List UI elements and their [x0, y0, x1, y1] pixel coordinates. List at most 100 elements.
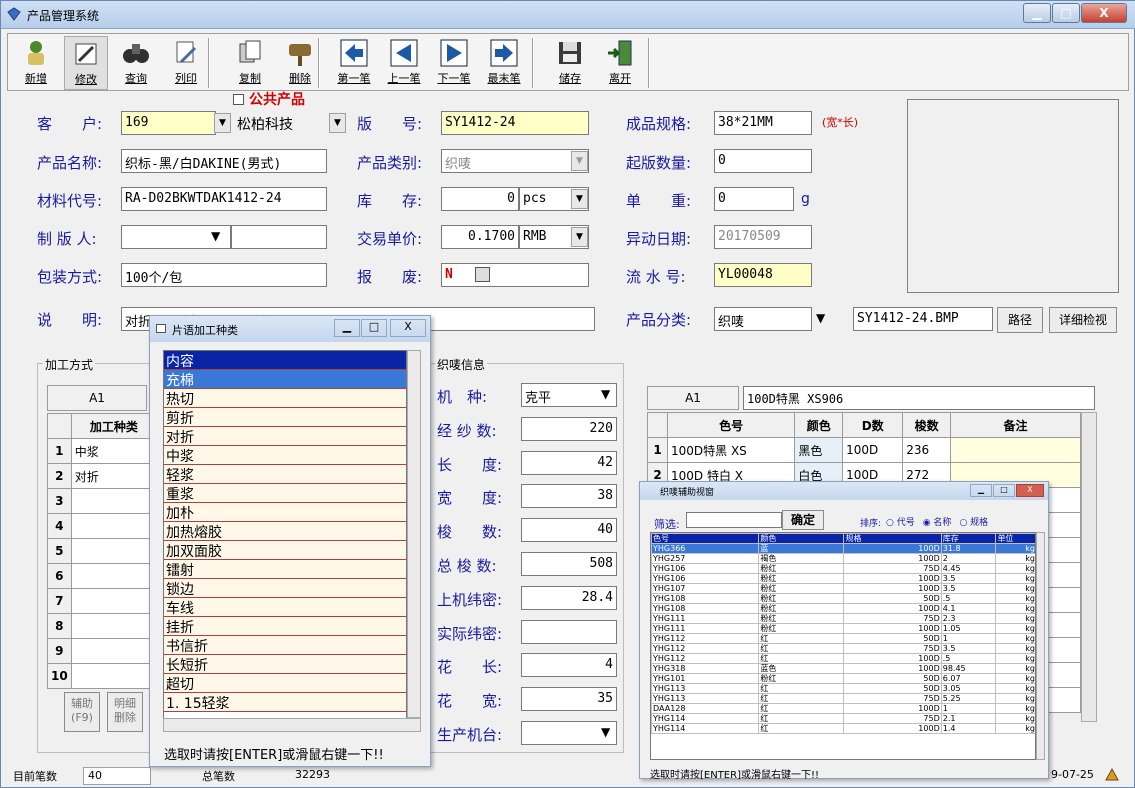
- delete-button[interactable]: 删除: [278, 36, 322, 90]
- image-file-field[interactable]: SY1412-24.BMP: [853, 307, 993, 331]
- table-row[interactable]: 1 中浆: [47, 438, 158, 464]
- table-row[interactable]: 8: [47, 613, 158, 639]
- assist-color-cell[interactable]: 红: [758, 703, 845, 714]
- weave-field-input[interactable]: 4: [521, 653, 617, 678]
- process-name-cell[interactable]: [70, 613, 158, 639]
- table-row[interactable]: YHG108 粉红 100D 4.1 kg: [651, 603, 1035, 614]
- assist-color-cell[interactable]: 蓝: [758, 543, 845, 554]
- category-field[interactable]: 织唛: [714, 307, 812, 331]
- maker-dropdown-button[interactable]: ▼: [211, 229, 229, 243]
- assist-color-cell[interactable]: 褐色: [758, 553, 845, 564]
- assist-stock-cell[interactable]: 1: [940, 703, 997, 714]
- table-row[interactable]: 1 100D特黑 XS 黑色 100D 236: [647, 437, 1081, 463]
- assist-spec-cell[interactable]: 75D: [843, 613, 942, 624]
- table-row[interactable]: 9: [47, 638, 158, 664]
- table-row[interactable]: YHG114 红 75D 2.1 kg: [651, 713, 1035, 724]
- assist-spec-cell[interactable]: 50D: [843, 633, 942, 644]
- assist-spec-cell[interactable]: 100D: [843, 543, 942, 554]
- sort-option[interactable]: ○ 代号: [886, 518, 915, 528]
- phrase-list-item[interactable]: 内容: [164, 351, 406, 370]
- assist-code-cell[interactable]: YHG113: [651, 683, 760, 694]
- assist-grid[interactable]: 色号 颜色 规格 库存 单位 YHG366 蓝 100D 31.8 kg YHG257 褐色 100D 2…: [651, 533, 1035, 734]
- edit-button[interactable]: 修改: [64, 36, 108, 90]
- assist-color-cell[interactable]: 红: [758, 723, 845, 734]
- assist-stock-cell[interactable]: 1.4: [940, 723, 997, 734]
- table-row[interactable]: YHG111 粉红 75D 2.3 kg: [651, 613, 1035, 624]
- product-type-field[interactable]: 织唛: [441, 149, 589, 173]
- copy-button[interactable]: 复制: [228, 36, 272, 90]
- table-row[interactable]: YHG107 粉红 100D 3.5 kg: [651, 583, 1035, 594]
- process-name-cell[interactable]: 对折: [70, 463, 158, 489]
- maximize-button[interactable]: □: [1052, 3, 1080, 23]
- table-row[interactable]: YHG112 红 75D 3.5 kg: [651, 643, 1035, 654]
- table-row[interactable]: YHG318 蓝色 100D 98.45 kg: [651, 663, 1035, 674]
- table-row[interactable]: YHG106 粉红 75D 4.45 kg: [651, 563, 1035, 574]
- scrap-calendar-icon[interactable]: [475, 267, 490, 282]
- assist-popup-close-button[interactable]: X: [1016, 484, 1044, 497]
- assist-color-cell[interactable]: 蓝色: [758, 663, 845, 674]
- assist-color-cell[interactable]: 粉红: [758, 603, 845, 614]
- assist-code-cell[interactable]: YHG114: [651, 723, 760, 734]
- process-name-cell[interactable]: [70, 563, 158, 589]
- phrase-list-item[interactable]: 超切: [164, 674, 406, 693]
- weave-field-dropdown-button[interactable]: ▼: [601, 725, 610, 739]
- yarn-grid-scrollbar[interactable]: [1081, 412, 1097, 722]
- phrase-list-item[interactable]: 对折: [164, 427, 406, 446]
- table-row[interactable]: 10: [47, 663, 158, 689]
- table-row[interactable]: YHG111 粉红 100D 1.05 kg: [651, 623, 1035, 634]
- process-name-cell[interactable]: [70, 513, 158, 539]
- assist-popup-min-button[interactable]: ▁: [970, 484, 992, 497]
- new-button[interactable]: 新增: [14, 36, 58, 90]
- print-button[interactable]: 列印: [164, 36, 208, 90]
- assist-spec-cell[interactable]: 75D: [843, 643, 942, 654]
- phrase-list-hscroll[interactable]: [163, 718, 421, 732]
- yarn-shuttle-cell[interactable]: 236: [902, 437, 951, 463]
- weave-field-input[interactable]: 40: [521, 518, 617, 543]
- assist-code-cell[interactable]: YHG114: [651, 713, 760, 724]
- product-name-field[interactable]: 织标-黑/白DAKINE(男式): [121, 149, 327, 173]
- assist-popup-max-button[interactable]: □: [993, 484, 1015, 497]
- process-name-cell[interactable]: [70, 638, 158, 664]
- process-name-cell[interactable]: [70, 538, 158, 564]
- assist-unit-cell[interactable]: kg: [995, 703, 1035, 714]
- table-row[interactable]: 5: [47, 538, 158, 564]
- phrase-list-item[interactable]: 热切: [164, 389, 406, 408]
- customer-code-field[interactable]: 169: [121, 111, 216, 135]
- min-qty-field[interactable]: 0: [714, 149, 812, 173]
- minimize-button[interactable]: ▁: [1023, 3, 1051, 23]
- weight-field[interactable]: 0: [714, 187, 794, 211]
- assist-filter-input[interactable]: [686, 512, 782, 528]
- assist-code-cell[interactable]: YHG318: [651, 663, 760, 674]
- close-button[interactable]: X: [1081, 3, 1127, 23]
- assist-spec-cell[interactable]: 100D: [843, 583, 942, 594]
- assist-stock-cell[interactable]: 5.25: [940, 693, 997, 704]
- table-row[interactable]: YHG106 粉红 100D 3.5 kg: [651, 573, 1035, 584]
- assist-stock-cell[interactable]: 98.45: [940, 663, 997, 674]
- table-row[interactable]: YHG366 蓝 100D 31.8 kg: [651, 543, 1035, 554]
- phrase-list-item[interactable]: 挂折: [164, 617, 406, 636]
- sort-option[interactable]: ○ 规格: [959, 518, 988, 528]
- table-row[interactable]: YHG101 粉红 50D 6.07 kg: [651, 673, 1035, 684]
- assist-spec-cell[interactable]: 100D: [843, 663, 942, 674]
- assist-unit-cell[interactable]: kg: [995, 713, 1035, 724]
- assist-stock-cell[interactable]: 31.8: [940, 543, 997, 554]
- serial-field[interactable]: YL00048: [714, 263, 812, 287]
- assist-stock-cell[interactable]: 4.45: [940, 563, 997, 574]
- table-row[interactable]: 4: [47, 513, 158, 539]
- assist-spec-cell[interactable]: 50D: [843, 673, 942, 684]
- phrase-list-item[interactable]: 书信折: [164, 636, 406, 655]
- phrase-list-item[interactable]: 长短折: [164, 655, 406, 674]
- assist-stock-cell[interactable]: 3.05: [940, 683, 997, 694]
- phrase-list-vscroll[interactable]: [407, 350, 421, 718]
- table-row[interactable]: 3: [47, 488, 158, 514]
- phrase-list-item[interactable]: 锁边: [164, 579, 406, 598]
- table-row[interactable]: YHG113 红 50D 3.05 kg: [651, 683, 1035, 694]
- assist-code-cell[interactable]: YHG106: [651, 573, 760, 584]
- assist-unit-cell[interactable]: kg: [995, 623, 1035, 634]
- assist-unit-cell[interactable]: kg: [995, 633, 1035, 644]
- phrase-list-item[interactable]: 剪折: [164, 408, 406, 427]
- process-name-cell[interactable]: [70, 663, 158, 689]
- weave-field-input[interactable]: 28.4: [521, 585, 617, 610]
- exit-button[interactable]: 离开: [598, 36, 642, 90]
- table-row[interactable]: YHG257 褐色 100D 2 kg: [651, 553, 1035, 564]
